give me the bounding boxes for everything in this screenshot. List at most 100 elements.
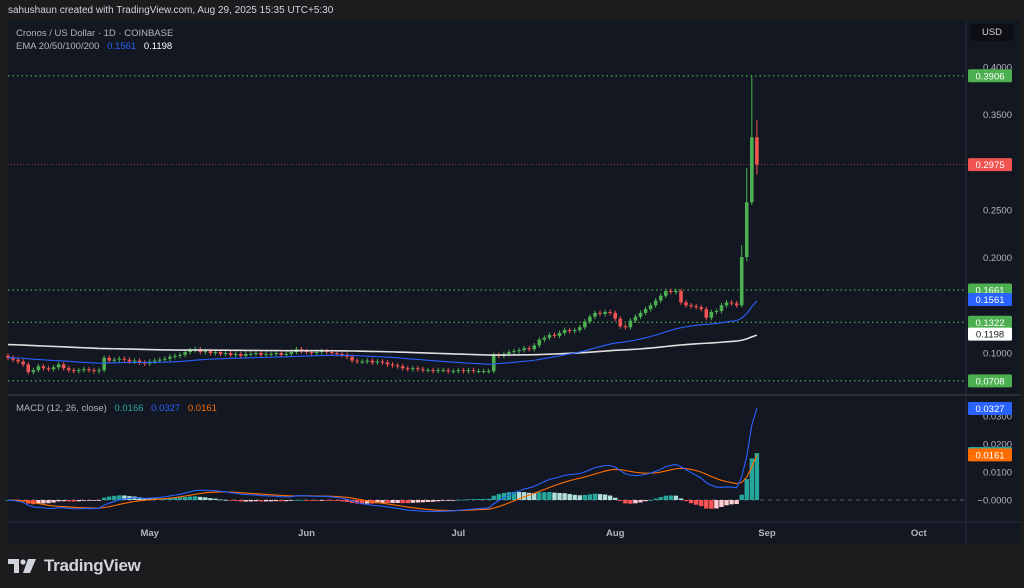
symbol-legend[interactable]: Cronos / US Dollar · 1D · COINBASE bbox=[16, 28, 178, 39]
macd-histogram-bar bbox=[314, 500, 319, 501]
macd-histogram-bar bbox=[299, 499, 304, 501]
candle-up bbox=[183, 352, 187, 355]
macd-histogram-bar bbox=[562, 493, 567, 500]
macd-histogram-bar bbox=[648, 499, 653, 501]
candle-up bbox=[643, 309, 648, 313]
candle-down bbox=[127, 359, 132, 362]
candle-up bbox=[486, 371, 491, 373]
macd-histogram-bar bbox=[107, 496, 112, 500]
currency-button[interactable]: USD bbox=[970, 24, 1014, 41]
macd-histogram-bar bbox=[304, 500, 309, 501]
macd-histogram-bar bbox=[446, 500, 451, 501]
macd-histogram-bar bbox=[440, 500, 446, 501]
candle-down bbox=[416, 368, 420, 370]
macd-histogram-bar bbox=[228, 500, 233, 501]
ema200-value: 0.1198 bbox=[143, 41, 173, 52]
macd-legend[interactable]: MACD (12, 26, close) 0.0166 0.0327 0.016… bbox=[16, 403, 222, 414]
macd-histogram-bar bbox=[309, 500, 314, 501]
macd-histogram-bar bbox=[481, 498, 486, 500]
macd-histogram-bar bbox=[294, 499, 299, 501]
candle-down bbox=[729, 302, 734, 304]
candle-down bbox=[527, 348, 531, 350]
macd-histogram-bar bbox=[491, 495, 496, 500]
candle-down bbox=[461, 370, 466, 372]
candle-down bbox=[16, 359, 20, 362]
macd-histogram-bar bbox=[486, 498, 491, 500]
ema-label: EMA 20/50/100/200 bbox=[16, 41, 100, 52]
macd-histogram-bar bbox=[704, 500, 709, 509]
chart-canvas[interactable]: 0.40000.35000.25000.20000.10000.39060.29… bbox=[0, 0, 1024, 588]
macd-histogram-bar bbox=[86, 500, 92, 501]
candle-down bbox=[699, 307, 704, 310]
macd-histogram-bar bbox=[390, 500, 395, 503]
macd-histogram-bar bbox=[628, 500, 633, 504]
candle-up bbox=[532, 345, 537, 350]
macd-histogram-bar bbox=[324, 500, 329, 501]
candle-down bbox=[259, 353, 263, 355]
macd-histogram-bar bbox=[618, 500, 623, 501]
candle-up bbox=[178, 354, 182, 356]
candle-down bbox=[238, 353, 243, 356]
macd-histogram-bar bbox=[653, 498, 658, 500]
candle-up bbox=[709, 311, 714, 318]
macd-histogram-bar bbox=[729, 500, 734, 505]
macd-label-text: 0.0161 bbox=[975, 450, 1004, 461]
candle-up bbox=[517, 350, 521, 352]
candle-up bbox=[562, 330, 567, 333]
candle-up bbox=[658, 295, 663, 301]
candle-up bbox=[507, 352, 511, 354]
macd-histogram-bar bbox=[673, 495, 679, 500]
candle-up bbox=[466, 370, 471, 372]
macd-histogram-bar bbox=[466, 499, 471, 501]
price-label-text: 0.1198 bbox=[976, 330, 1004, 341]
candle-down bbox=[370, 360, 375, 363]
macd-histogram-bar bbox=[96, 500, 102, 501]
macd-histogram-bar bbox=[208, 498, 213, 500]
candle-up bbox=[314, 352, 319, 354]
macd-histogram-bar bbox=[101, 497, 107, 500]
time-tick-label: Sep bbox=[758, 528, 776, 539]
candle-down bbox=[623, 326, 628, 328]
macd-histogram-bar bbox=[754, 453, 760, 500]
time-tick-label: Jun bbox=[298, 528, 315, 539]
macd-histogram-bar bbox=[339, 500, 345, 502]
candle-up bbox=[451, 371, 456, 373]
macd-histogram-bar bbox=[597, 494, 603, 500]
candle-down bbox=[471, 370, 476, 372]
ema-legend[interactable]: EMA 20/50/100/200 0.1561 0.1198 bbox=[16, 41, 177, 52]
candle-down bbox=[704, 309, 709, 318]
candle-up bbox=[51, 367, 56, 370]
macd-histogram-bar bbox=[400, 500, 405, 504]
candle-down bbox=[684, 302, 688, 306]
candle-down bbox=[395, 365, 400, 367]
candle-down bbox=[567, 330, 572, 332]
macd-histogram-bar bbox=[526, 492, 532, 500]
candle-up bbox=[436, 370, 440, 372]
price-tick-label: 0.2500 bbox=[983, 205, 1012, 216]
macd-histogram-bar bbox=[243, 500, 249, 502]
tradingview-logo[interactable]: TradingView bbox=[8, 556, 141, 576]
candle-down bbox=[21, 361, 25, 365]
candle-up bbox=[512, 351, 516, 353]
candle-down bbox=[689, 305, 693, 307]
macd-histogram-bar bbox=[572, 494, 577, 500]
macd-histogram-bar bbox=[71, 500, 76, 502]
macd-histogram-bar bbox=[749, 458, 755, 500]
macd-histogram-bar bbox=[592, 493, 598, 500]
candle-up bbox=[365, 360, 370, 362]
macd-histogram-bar bbox=[663, 495, 668, 500]
price-tick-label: 0.1000 bbox=[983, 349, 1012, 360]
candle-down bbox=[71, 370, 76, 372]
candle-up bbox=[203, 351, 208, 353]
macd-histogram-bar bbox=[456, 499, 461, 501]
macd-histogram-bar bbox=[435, 500, 441, 502]
macd-histogram-bar bbox=[410, 500, 415, 503]
candle-up bbox=[542, 337, 547, 340]
macd-histogram-bar bbox=[683, 500, 689, 502]
candle-up bbox=[97, 370, 101, 372]
candle-up bbox=[648, 305, 653, 310]
macd-histogram-bar bbox=[193, 496, 198, 500]
macd-histogram-bar bbox=[693, 500, 699, 505]
macd-histogram-bar bbox=[395, 500, 400, 503]
macd-histogram-bar bbox=[547, 492, 552, 500]
